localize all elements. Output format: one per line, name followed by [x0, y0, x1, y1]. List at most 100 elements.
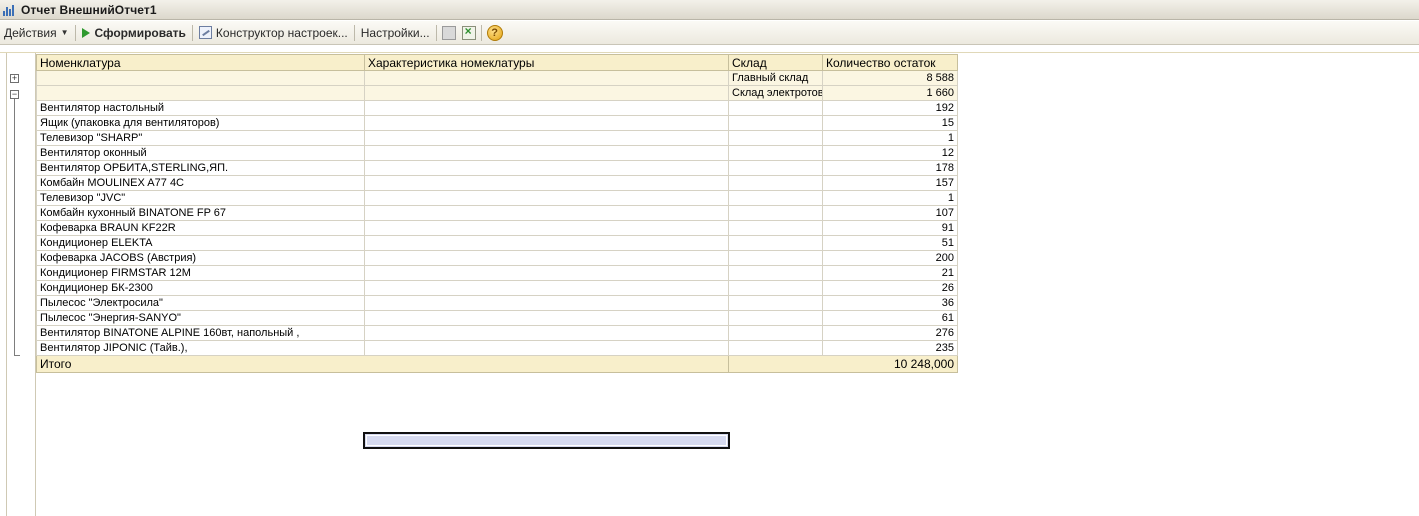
cell-characteristic[interactable] — [364, 160, 729, 176]
cell-nomenclature[interactable]: Кофеварка JACOBS (Австрия) — [36, 250, 365, 266]
cell-characteristic[interactable] — [364, 250, 729, 266]
cell-nomenclature[interactable]: Комбайн кухонный BINATONE FP 67 — [36, 205, 365, 221]
column-header-characteristic[interactable]: Характеристика номеклатуры — [364, 54, 729, 71]
cell-warehouse[interactable] — [728, 280, 823, 296]
expand-icon[interactable]: + — [10, 74, 19, 83]
cell-warehouse[interactable] — [728, 190, 823, 206]
cell-quantity[interactable]: 15 — [822, 115, 958, 131]
cell-warehouse[interactable] — [728, 100, 823, 116]
total-label[interactable]: Итого — [36, 355, 729, 373]
cell-nomenclature[interactable]: Кондиционер ELEKTA — [36, 235, 365, 251]
column-header-warehouse[interactable]: Склад — [728, 54, 823, 71]
cell-characteristic[interactable] — [364, 100, 729, 116]
table-cell[interactable] — [36, 70, 365, 86]
cell-quantity[interactable]: 36 — [822, 295, 958, 311]
cell-warehouse[interactable] — [728, 175, 823, 191]
cell-warehouse[interactable] — [728, 115, 823, 131]
cell-quantity[interactable]: 107 — [822, 205, 958, 221]
constructor-button[interactable]: Конструктор настроек... — [195, 23, 352, 43]
selected-cell[interactable] — [363, 432, 730, 449]
cell-quantity[interactable]: 276 — [822, 325, 958, 341]
table-row[interactable]: Вентилятор ОРБИТА,STERLING,ЯП. 178 — [36, 160, 958, 176]
cell-characteristic[interactable] — [364, 175, 729, 191]
cell-characteristic[interactable] — [364, 115, 729, 131]
cell-characteristic[interactable] — [364, 265, 729, 281]
cell-warehouse[interactable] — [728, 145, 823, 161]
table-row[interactable]: Комбайн кухонный BINATONE FP 67 107 — [36, 205, 958, 221]
cell-characteristic[interactable] — [364, 205, 729, 221]
cell-characteristic[interactable] — [364, 235, 729, 251]
cell-quantity[interactable]: 12 — [822, 145, 958, 161]
table-row[interactable]: Кондиционер БК-2300 26 — [36, 280, 958, 296]
cell-nomenclature[interactable]: Пылесос "Энергия-SANYO" — [36, 310, 365, 326]
cell-quantity[interactable]: 26 — [822, 280, 958, 296]
table-row[interactable]: Телевизор "SHARP" 1 — [36, 130, 958, 146]
cell-warehouse[interactable] — [728, 235, 823, 251]
cell-quantity[interactable]: 51 — [822, 235, 958, 251]
cell-characteristic[interactable] — [364, 325, 729, 341]
cell-characteristic[interactable] — [364, 220, 729, 236]
generate-button[interactable]: Сформировать — [78, 23, 190, 43]
group-warehouse[interactable]: Главный склад — [728, 70, 823, 86]
collapse-icon[interactable]: − — [10, 90, 19, 99]
table-row[interactable]: Вентилятор настольный 192 — [36, 100, 958, 116]
table-row[interactable]: Кофеварка JACOBS (Австрия) 200 — [36, 250, 958, 266]
table-cell[interactable] — [364, 70, 729, 86]
cell-quantity[interactable]: 178 — [822, 160, 958, 176]
cell-nomenclature[interactable]: Вентилятор настольный — [36, 100, 365, 116]
table-row[interactable]: Ящик (упаковка для вентиляторов) 15 — [36, 115, 958, 131]
total-row[interactable]: Итого 10 248,000 — [36, 355, 958, 373]
table-cell[interactable] — [364, 85, 729, 101]
document-icon[interactable] — [441, 25, 456, 40]
group-row[interactable]: Склад электротов 1 660 — [36, 85, 958, 101]
cell-characteristic[interactable] — [364, 130, 729, 146]
cell-characteristic[interactable] — [364, 280, 729, 296]
cell-warehouse[interactable] — [728, 310, 823, 326]
cell-warehouse[interactable] — [728, 295, 823, 311]
cell-nomenclature[interactable]: Вентилятор BINATONE ALPINE 160вт, наполь… — [36, 325, 365, 341]
cell-warehouse[interactable] — [728, 205, 823, 221]
total-value[interactable]: 10 248,000 — [822, 355, 958, 373]
cell-warehouse[interactable] — [728, 340, 823, 356]
cell-quantity[interactable]: 200 — [822, 250, 958, 266]
table-row[interactable]: Кондиционер FIRMSTAR 12M 21 — [36, 265, 958, 281]
export-icon[interactable] — [461, 24, 476, 40]
cell-nomenclature[interactable]: Вентилятор ОРБИТА,STERLING,ЯП. — [36, 160, 365, 176]
actions-menu-button[interactable]: Действия ▼ — [0, 23, 73, 43]
cell-warehouse[interactable] — [728, 130, 823, 146]
cell-nomenclature[interactable]: Телевизор "JVC" — [36, 190, 365, 206]
cell-warehouse[interactable] — [728, 160, 823, 176]
table-row[interactable]: Кофеварка BRAUN KF22R 91 — [36, 220, 958, 236]
cell-quantity[interactable]: 235 — [822, 340, 958, 356]
table-cell[interactable] — [36, 85, 365, 101]
group-quantity[interactable]: 1 660 — [822, 85, 958, 101]
cell-quantity[interactable]: 61 — [822, 310, 958, 326]
help-icon[interactable]: ? — [486, 24, 503, 41]
table-row[interactable]: Вентилятор JIPONIC (Тайв.), 235 — [36, 340, 958, 356]
cell-nomenclature[interactable]: Ящик (упаковка для вентиляторов) — [36, 115, 365, 131]
cell-characteristic[interactable] — [364, 295, 729, 311]
cell-warehouse[interactable] — [728, 250, 823, 266]
cell-warehouse[interactable] — [728, 220, 823, 236]
table-row[interactable]: Вентилятор BINATONE ALPINE 160вт, наполь… — [36, 325, 958, 341]
table-row[interactable]: Комбайн MOULINEX A77 4C 157 — [36, 175, 958, 191]
cell-quantity[interactable]: 192 — [822, 100, 958, 116]
cell-characteristic[interactable] — [364, 310, 729, 326]
group-quantity[interactable]: 8 588 — [822, 70, 958, 86]
table-row[interactable]: Кондиционер ELEKTA 51 — [36, 235, 958, 251]
cell-nomenclature[interactable]: Пылесос "Электросила" — [36, 295, 365, 311]
cell-quantity[interactable]: 1 — [822, 190, 958, 206]
cell-warehouse[interactable] — [728, 325, 823, 341]
cell-warehouse[interactable] — [728, 265, 823, 281]
cell-nomenclature[interactable]: Комбайн MOULINEX A77 4C — [36, 175, 365, 191]
cell-nomenclature[interactable]: Вентилятор JIPONIC (Тайв.), — [36, 340, 365, 356]
cell-quantity[interactable]: 157 — [822, 175, 958, 191]
cell-quantity[interactable]: 1 — [822, 130, 958, 146]
table-row[interactable]: Пылесос "Электросила" 36 — [36, 295, 958, 311]
column-header-quantity[interactable]: Количество остаток — [822, 54, 958, 71]
table-cell[interactable] — [728, 355, 823, 373]
cell-nomenclature[interactable]: Кондиционер БК-2300 — [36, 280, 365, 296]
cell-nomenclature[interactable]: Кофеварка BRAUN KF22R — [36, 220, 365, 236]
group-warehouse[interactable]: Склад электротов — [728, 85, 823, 101]
column-header-nomenclature[interactable]: Номенклатура — [36, 54, 365, 71]
